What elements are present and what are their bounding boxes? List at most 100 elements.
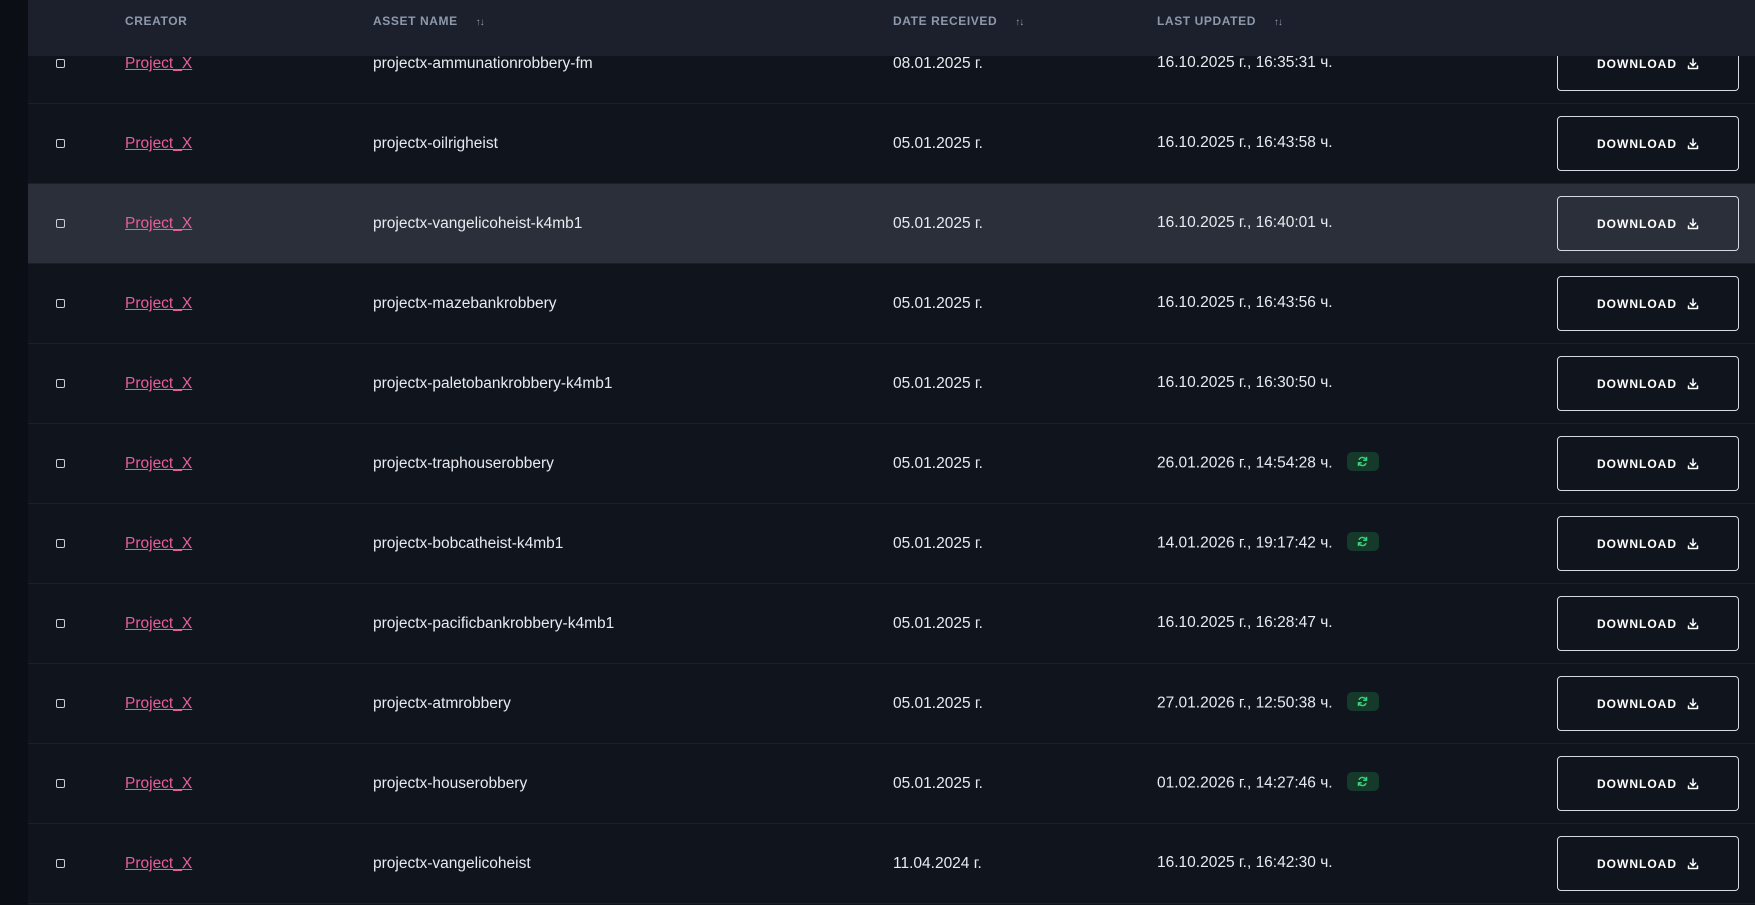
table-row[interactable]: Project_X projectx-traphouserobbery 05.01.… — [28, 424, 1755, 504]
last-updated-text: 26.01.2026 г., 14:54:28 ч. — [1157, 454, 1333, 472]
row-checkbox[interactable] — [56, 699, 65, 708]
date-received: 05.01.2025 г. — [893, 215, 983, 232]
download-icon — [1687, 697, 1699, 710]
download-button[interactable]: DOWNLOAD — [1557, 756, 1739, 811]
table-row[interactable]: Project_X projectx-vangelicoheist-k4mb1 05… — [28, 184, 1755, 264]
download-button[interactable]: DOWNLOAD — [1557, 836, 1739, 891]
last-updated-text: 16.10.2025 г., 16:43:58 ч. — [1157, 134, 1333, 151]
left-gutter — [0, 0, 28, 905]
table-row[interactable]: Project_X projectx-pacificbankrobbery-k4m… — [28, 584, 1755, 664]
download-button-label: DOWNLOAD — [1597, 696, 1677, 711]
download-icon — [1687, 297, 1699, 310]
download-icon — [1687, 57, 1699, 70]
download-button-label: DOWNLOAD — [1597, 456, 1677, 471]
asset-name: projectx-vangelicoheist-k4mb1 — [373, 215, 583, 232]
creator-link[interactable]: Project_X — [125, 375, 192, 393]
last-updated-text: 27.01.2026 г., 12:50:38 ч. — [1157, 694, 1333, 712]
creator-link[interactable]: Project_X — [125, 695, 192, 713]
header-date-received[interactable]: DATE RECEIVED ↑↓ — [893, 0, 1024, 44]
creator-link[interactable]: Project_X — [125, 855, 192, 873]
download-button[interactable]: DOWNLOAD — [1557, 116, 1739, 171]
download-button-label: DOWNLOAD — [1597, 136, 1677, 151]
date-received: 05.01.2025 г. — [893, 615, 983, 632]
row-checkbox[interactable] — [56, 619, 65, 628]
asset-name: projectx-paletobankrobbery-k4mb1 — [373, 375, 613, 392]
header-asset-name-label: ASSET NAME — [373, 14, 458, 28]
download-button-label: DOWNLOAD — [1597, 776, 1677, 791]
download-button-label: DOWNLOAD — [1597, 296, 1677, 311]
asset-name: projectx-oilrigheist — [373, 135, 498, 152]
creator-link[interactable]: Project_X — [125, 135, 192, 153]
download-button-label: DOWNLOAD — [1597, 216, 1677, 231]
last-updated: 27.01.2026 г., 12:50:38 ч. — [1157, 692, 1379, 713]
download-button-label: DOWNLOAD — [1597, 616, 1677, 631]
header-creator: CREATOR — [125, 0, 187, 42]
header-date-received-label: DATE RECEIVED — [893, 14, 998, 28]
creator-link[interactable]: Project_X — [125, 455, 192, 473]
last-updated: 16.10.2025 г., 16:43:58 ч. — [1157, 134, 1333, 152]
row-checkbox[interactable] — [56, 299, 65, 308]
refresh-icon — [1346, 692, 1379, 711]
creator-link[interactable]: Project_X — [125, 215, 192, 233]
last-updated: 16.10.2025 г., 16:42:30 ч. — [1157, 854, 1333, 872]
creator-link[interactable]: Project_X — [125, 55, 192, 73]
table-row[interactable]: Project_X projectx-paletobankrobbery-k4mb… — [28, 344, 1755, 424]
table-row[interactable]: Project_X projectx-houserobbery 05.01.2025… — [28, 744, 1755, 824]
table-header: CREATOR ASSET NAME ↑↓ DATE RECEIVED ↑↓ L… — [28, 0, 1755, 56]
date-received: 05.01.2025 г. — [893, 295, 983, 312]
last-updated: 14.01.2026 г., 19:17:42 ч. — [1157, 532, 1379, 553]
download-button[interactable]: DOWNLOAD — [1557, 596, 1739, 651]
table-row[interactable]: Project_X projectx-vangelicoheist 11.04.20… — [28, 824, 1755, 904]
download-icon — [1687, 777, 1699, 790]
header-last-updated[interactable]: LAST UPDATED ↑↓ — [1157, 0, 1283, 44]
creator-link[interactable]: Project_X — [125, 615, 192, 633]
last-updated: 16.10.2025 г., 16:40:01 ч. — [1157, 214, 1333, 232]
asset-name: projectx-houserobbery — [373, 775, 528, 792]
last-updated-text: 16.10.2025 г., 16:30:50 ч. — [1157, 374, 1333, 391]
download-icon — [1687, 217, 1699, 230]
asset-name: projectx-bobcatheist-k4mb1 — [373, 535, 564, 552]
row-checkbox[interactable] — [56, 219, 65, 228]
download-icon — [1687, 857, 1699, 870]
table-row[interactable]: Project_X projectx-oilrigheist 05.01.2025 … — [28, 104, 1755, 184]
row-checkbox[interactable] — [56, 379, 65, 388]
row-checkbox[interactable] — [56, 859, 65, 868]
creator-link[interactable]: Project_X — [125, 295, 192, 313]
download-button[interactable]: DOWNLOAD — [1557, 276, 1739, 331]
last-updated-text: 14.01.2026 г., 19:17:42 ч. — [1157, 534, 1333, 552]
asset-name: projectx-pacificbankrobbery-k4mb1 — [373, 615, 615, 632]
sort-arrows-icon[interactable]: ↑↓ — [1015, 2, 1024, 44]
row-checkbox[interactable] — [56, 779, 65, 788]
asset-name: projectx-mazebankrobbery — [373, 295, 557, 312]
download-button[interactable]: DOWNLOAD — [1557, 676, 1739, 731]
download-button[interactable]: DOWNLOAD — [1557, 516, 1739, 571]
table-row[interactable]: Project_X projectx-mazebankrobbery 05.01.2… — [28, 264, 1755, 344]
table-row[interactable]: Project_X projectx-bobcatheist-k4mb1 05.01… — [28, 504, 1755, 584]
date-received: 05.01.2025 г. — [893, 775, 983, 792]
last-updated-text: 16.10.2025 г., 16:35:31 ч. — [1157, 54, 1333, 71]
row-checkbox[interactable] — [56, 539, 65, 548]
download-button-label: DOWNLOAD — [1597, 536, 1677, 551]
row-checkbox[interactable] — [56, 59, 65, 68]
creator-link[interactable]: Project_X — [125, 775, 192, 793]
header-asset-name[interactable]: ASSET NAME ↑↓ — [373, 0, 485, 44]
date-received: 08.01.2025 г. — [893, 55, 983, 72]
download-icon — [1687, 537, 1699, 550]
last-updated: 16.10.2025 г., 16:28:47 ч. — [1157, 614, 1333, 632]
row-checkbox[interactable] — [56, 139, 65, 148]
download-button[interactable]: DOWNLOAD — [1557, 196, 1739, 251]
download-button[interactable]: DOWNLOAD — [1557, 356, 1739, 411]
sort-arrows-icon[interactable]: ↑↓ — [476, 2, 485, 44]
date-received: 05.01.2025 г. — [893, 375, 983, 392]
last-updated: 01.02.2026 г., 14:27:46 ч. — [1157, 772, 1379, 793]
download-icon — [1687, 617, 1699, 630]
last-updated: 16.10.2025 г., 16:35:31 ч. — [1157, 54, 1333, 72]
download-button[interactable]: DOWNLOAD — [1557, 436, 1739, 491]
creator-link[interactable]: Project_X — [125, 535, 192, 553]
table-row[interactable]: Project_X projectx-atmrobbery 05.01.2025 г… — [28, 664, 1755, 744]
last-updated: 16.10.2025 г., 16:43:56 ч. — [1157, 294, 1333, 312]
sort-arrows-icon[interactable]: ↑↓ — [1274, 2, 1283, 44]
download-button-label: DOWNLOAD — [1597, 856, 1677, 871]
last-updated-text: 16.10.2025 г., 16:40:01 ч. — [1157, 214, 1333, 231]
row-checkbox[interactable] — [56, 459, 65, 468]
